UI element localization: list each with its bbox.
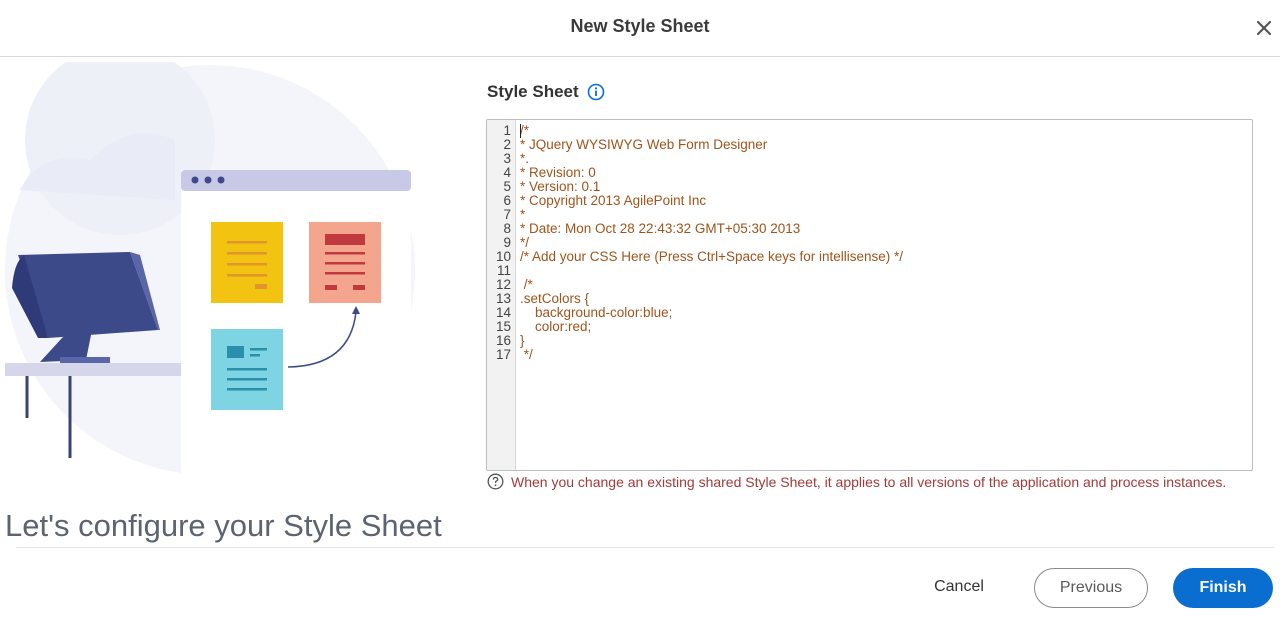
code-line: background-color:blue; <box>520 305 673 320</box>
code-line: /* <box>520 123 530 138</box>
line-number: 3 <box>503 151 511 166</box>
line-number: 4 <box>503 165 511 180</box>
line-number: 10 <box>495 249 511 264</box>
line-number: 5 <box>503 179 511 194</box>
line-number: 13 <box>495 291 511 306</box>
line-number-gutter: 1 2 3 4 5 6 7 8 9 10 11 12 13 14 15 16 17 <box>487 120 516 470</box>
line-number: 1 <box>503 123 511 138</box>
line-number: 14 <box>495 305 511 320</box>
line-number: 11 <box>496 263 511 278</box>
code-line: * Version: 0.1 <box>520 179 601 194</box>
finish-button[interactable]: Finish <box>1173 568 1273 608</box>
line-numbers: 1 2 3 4 5 6 7 8 9 10 11 12 13 14 15 16 17 <box>487 124 511 362</box>
shared-style-sheet-hint: When you change an existing shared Style… <box>487 473 1226 490</box>
code-line: } <box>520 333 525 348</box>
code-line: .setColors { <box>520 291 590 306</box>
code-line: * Revision: 0 <box>520 165 596 180</box>
line-number: 17 <box>495 347 511 362</box>
code-content[interactable]: /* * JQuery WYSIWYG Web Form Designer *. * … <box>520 124 903 362</box>
code-line: * Copyright 2013 AgilePoint Inc <box>520 193 707 208</box>
code-line: * <box>520 207 526 222</box>
line-number: 7 <box>503 207 511 222</box>
text-cursor <box>520 124 521 138</box>
code-line: * Date: Mon Oct 28 22:43:32 GMT+05:30 20… <box>520 221 801 236</box>
style-sheet-label: Style Sheet <box>487 82 605 102</box>
line-number: 9 <box>503 235 511 250</box>
line-number: 2 <box>503 137 511 152</box>
style-sheet-label-text: Style Sheet <box>487 82 579 101</box>
previous-button[interactable]: Previous <box>1034 568 1148 608</box>
style-sheet-illustration <box>5 62 415 482</box>
info-icon[interactable] <box>587 83 605 101</box>
style-sheet-code-editor[interactable]: 1 2 3 4 5 6 7 8 9 10 11 12 13 14 15 16 17 /* * JQuery WYS… <box>486 119 1253 471</box>
line-number: 8 <box>503 221 511 236</box>
configure-heading: Let's configure your Style Sheet <box>5 508 442 543</box>
line-number: 15 <box>495 319 511 334</box>
code-line: *. <box>520 151 530 166</box>
code-line: */ <box>520 235 530 250</box>
code-line: /* <box>520 277 533 292</box>
code-line: /* Add your CSS Here (Press Ctrl+Space k… <box>520 249 904 264</box>
code-line: */ <box>520 347 533 362</box>
line-number: 12 <box>495 277 511 292</box>
dialog-title: New Style Sheet <box>570 16 710 36</box>
line-number: 6 <box>503 193 511 208</box>
hint-text: When you change an existing shared Style… <box>511 473 1227 490</box>
cancel-button[interactable]: Cancel <box>920 568 998 606</box>
dialog-header: New Style Sheet <box>0 0 1280 57</box>
code-line: color:red; <box>520 319 592 334</box>
code-line: * JQuery WYSIWYG Web Form Designer <box>520 137 768 152</box>
line-number: 16 <box>495 333 511 348</box>
footer-divider <box>16 547 1274 548</box>
close-icon[interactable] <box>1253 17 1275 39</box>
help-circle-icon <box>487 473 504 490</box>
